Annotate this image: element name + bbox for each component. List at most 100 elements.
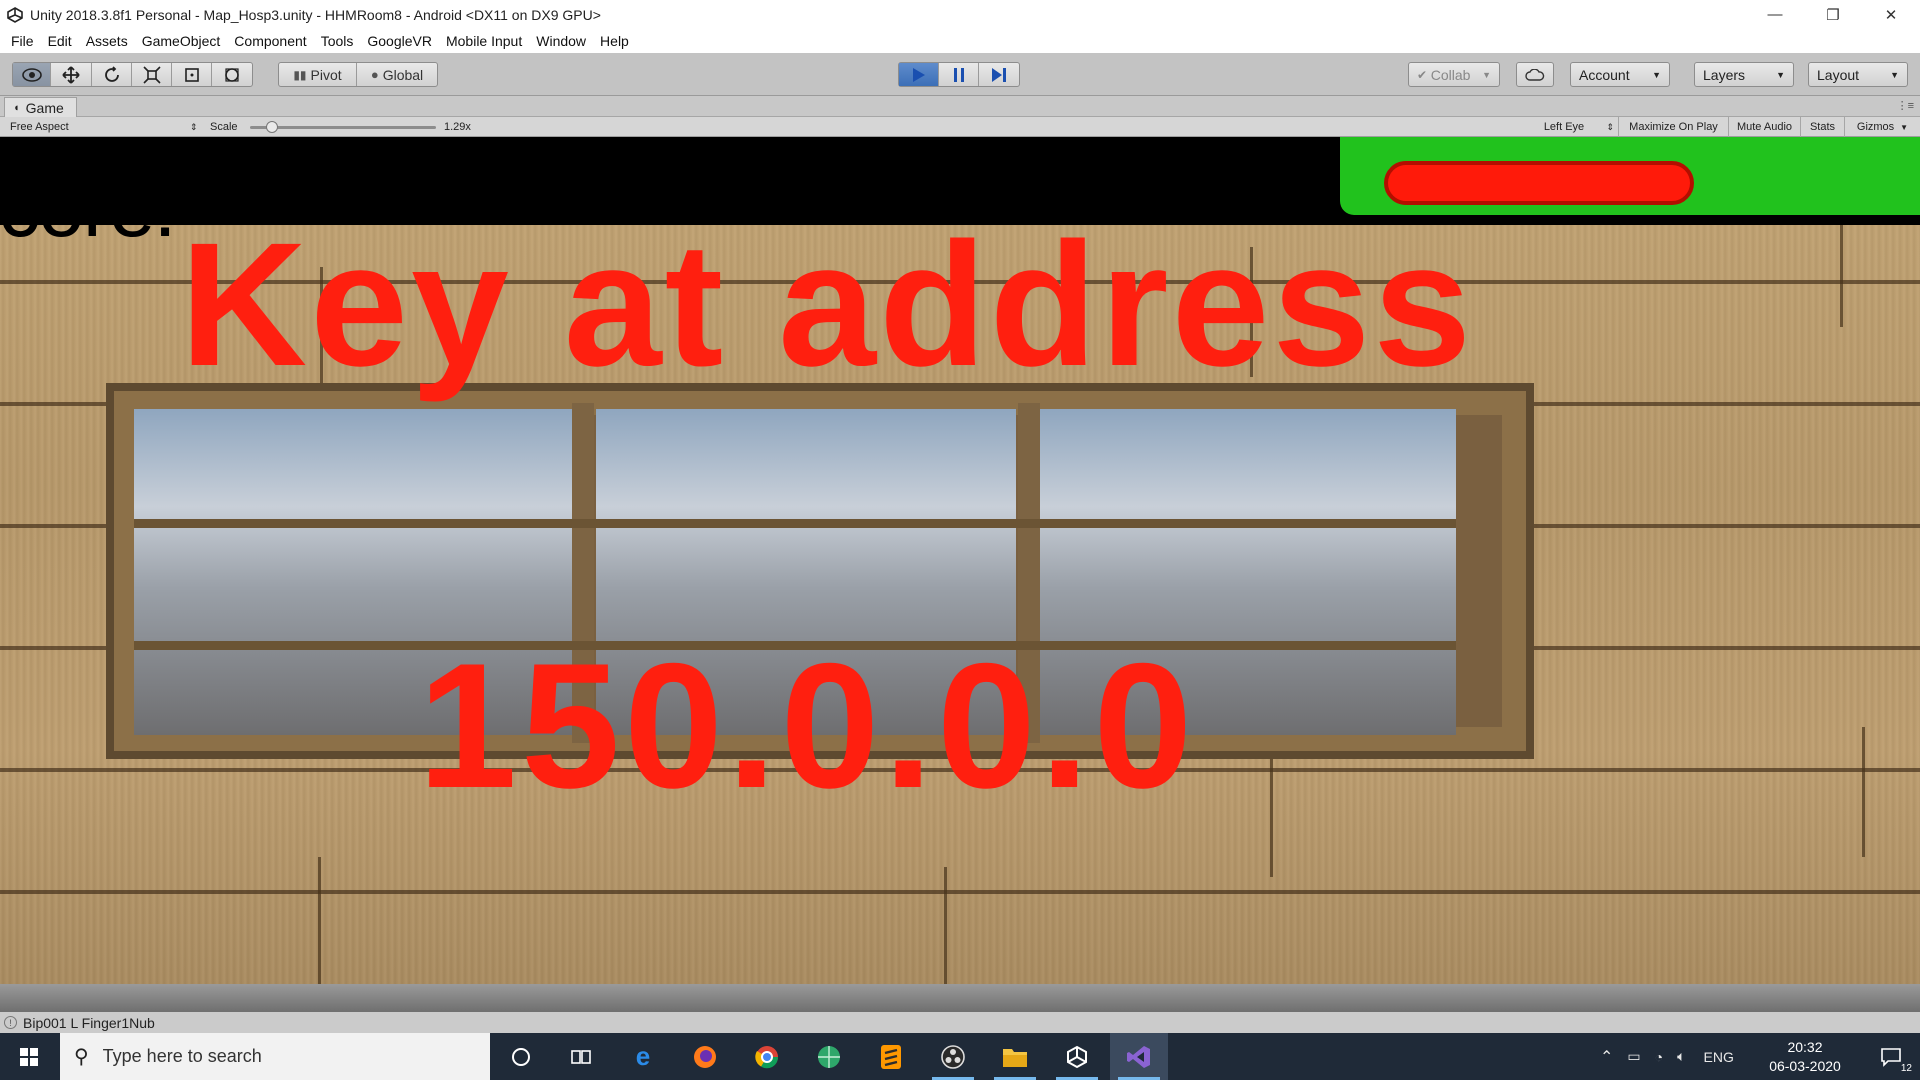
scale-tool-button[interactable] (132, 63, 172, 86)
tab-game[interactable]: ◖ Game (4, 97, 77, 117)
collab-dropdown[interactable]: ✔ Collab ▼ (1408, 62, 1500, 87)
collab-label: Collab (1430, 66, 1471, 83)
visual-studio-icon (1127, 1045, 1150, 1068)
aspect-dropdown[interactable]: Free Aspect ⇕ (10, 117, 200, 137)
obs-app[interactable] (924, 1033, 982, 1080)
chevron-down-icon: ▼ (1776, 69, 1785, 80)
menu-file[interactable]: File (4, 33, 41, 49)
eye-dropdown[interactable]: Left Eye ⇕ (1510, 117, 1618, 137)
mute-audio-toggle[interactable]: Mute Audio (1728, 117, 1800, 137)
account-dropdown[interactable]: Account ▼ (1570, 62, 1670, 87)
firefox-app[interactable] (676, 1033, 734, 1080)
sublime-app[interactable] (862, 1033, 920, 1080)
search-icon: ⚲ (74, 1046, 89, 1068)
system-tray: ⌃ ▭ ◔ 🔈︎ ENG (1600, 1033, 1734, 1080)
menu-tools[interactable]: Tools (314, 33, 361, 49)
rotate-icon (104, 65, 119, 82)
step-button[interactable] (979, 63, 1019, 86)
chevron-down-icon: ▼ (1652, 69, 1661, 80)
game-view[interactable]: core: Key at address 150.0.0.0 (0, 137, 1920, 1012)
start-button[interactable] (0, 1033, 58, 1080)
menu-component[interactable]: Component (227, 33, 313, 49)
rect-icon (184, 67, 199, 82)
game-tab-bar: ◖ Game ⋮≡ (0, 96, 1920, 117)
mute-label: Mute Audio (1736, 121, 1793, 133)
wall-seam (1270, 757, 1273, 877)
window-title: Unity 2018.3.8f1 Personal - Map_Hosp3.un… (30, 6, 601, 23)
task-view-button[interactable] (552, 1033, 610, 1080)
cortana-icon (512, 1047, 530, 1066)
main-toolbar: ▮▮ Pivot ● Global ✔ Collab ▼ Account ▼ L… (0, 53, 1920, 96)
restore-button[interactable]: ❐ (1804, 0, 1862, 29)
wifi-icon[interactable]: ◔ (1655, 1049, 1663, 1065)
globe-app[interactable] (800, 1033, 858, 1080)
unity-app[interactable] (1048, 1033, 1106, 1080)
close-button[interactable]: ✕ (1862, 0, 1920, 29)
windows-taskbar: ⚲ Type here to search e ⌃ ▭ ◔ 🔈︎ ENG 20:… (0, 1033, 1920, 1080)
edge-app[interactable]: e (614, 1033, 672, 1080)
windows-logo-icon (20, 1047, 38, 1066)
chrome-app[interactable] (738, 1033, 796, 1080)
tab-menu-icon[interactable]: ⋮≡ (1897, 99, 1914, 112)
menu-googlevr[interactable]: GoogleVR (360, 33, 439, 49)
notification-icon (1881, 1047, 1901, 1067)
eye-icon (21, 67, 42, 82)
file-explorer-app[interactable] (986, 1033, 1044, 1080)
chevron-down-icon: ▼ (1900, 122, 1909, 132)
move-tool-button[interactable] (51, 63, 92, 86)
aspect-label: Free Aspect (10, 121, 69, 133)
rect-tool-button[interactable] (172, 63, 212, 86)
status-message[interactable]: Bip001 L Finger1Nub (23, 1015, 155, 1031)
clock[interactable]: 20:32 06-03-2020 (1760, 1038, 1850, 1076)
menu-window[interactable]: Window (529, 33, 593, 49)
key-message: Key at address (180, 207, 1475, 403)
visual-studio-app[interactable] (1110, 1033, 1168, 1080)
menu-edit[interactable]: Edit (41, 33, 79, 49)
gizmos-dropdown[interactable]: Gizmos ▼ (1844, 117, 1920, 137)
window-mullion (134, 519, 1456, 528)
volume-icon[interactable]: 🔈︎ (1677, 1048, 1685, 1065)
cloud-button[interactable] (1516, 62, 1554, 87)
account-label: Account (1579, 66, 1630, 83)
menu-gameobject[interactable]: GameObject (135, 33, 228, 49)
scale-slider-thumb[interactable] (266, 121, 279, 133)
minimize-button[interactable]: — (1746, 0, 1804, 29)
pause-button[interactable] (939, 63, 979, 86)
sublime-icon (881, 1044, 901, 1069)
obs-icon (941, 1044, 965, 1069)
layout-label: Layout (1817, 66, 1860, 83)
tab-game-label: Game (25, 99, 64, 116)
updown-icon: ⇕ (190, 121, 198, 132)
scale-icon (142, 65, 161, 84)
notification-count: 12 (1900, 1063, 1912, 1074)
chevron-down-icon: ▼ (1482, 69, 1491, 80)
pivot-global-group: ▮▮ Pivot ● Global (278, 62, 438, 87)
play-button[interactable] (899, 63, 939, 86)
global-button[interactable]: ● Global (357, 63, 437, 86)
layout-dropdown[interactable]: Layout ▼ (1808, 62, 1908, 87)
rotate-tool-button[interactable] (92, 63, 132, 86)
pivot-icon: ▮▮ (293, 67, 307, 82)
menu-mobile-input[interactable]: Mobile Input (439, 33, 529, 49)
battery-icon[interactable]: ▭ (1627, 1048, 1640, 1065)
language-indicator[interactable]: ENG (1704, 1049, 1734, 1065)
hand-tool-button[interactable] (13, 63, 51, 86)
pause-icon (953, 67, 964, 82)
menu-bar: File Edit Assets GameObject Component To… (0, 29, 1920, 53)
transform-icon (225, 67, 239, 82)
info-icon: ! (4, 1016, 17, 1029)
notifications-button[interactable]: 12 (1862, 1033, 1920, 1080)
layers-dropdown[interactable]: Layers ▼ (1694, 62, 1794, 87)
clock-time: 20:32 (1787, 1039, 1823, 1055)
window-titlebar: Unity 2018.3.8f1 Personal - Map_Hosp3.un… (0, 0, 1920, 29)
transform-tool-button[interactable] (212, 63, 252, 86)
menu-assets[interactable]: Assets (79, 33, 135, 49)
search-placeholder: Type here to search (102, 1046, 262, 1066)
maximize-on-play-toggle[interactable]: Maximize On Play (1618, 117, 1728, 137)
stats-toggle[interactable]: Stats (1800, 117, 1844, 137)
menu-help[interactable]: Help (593, 33, 636, 49)
taskbar-search[interactable]: ⚲ Type here to search (60, 1033, 490, 1080)
cortana-button[interactable] (492, 1033, 550, 1080)
pivot-button[interactable]: ▮▮ Pivot (279, 63, 357, 86)
chevron-up-icon[interactable]: ⌃ (1600, 1047, 1613, 1067)
